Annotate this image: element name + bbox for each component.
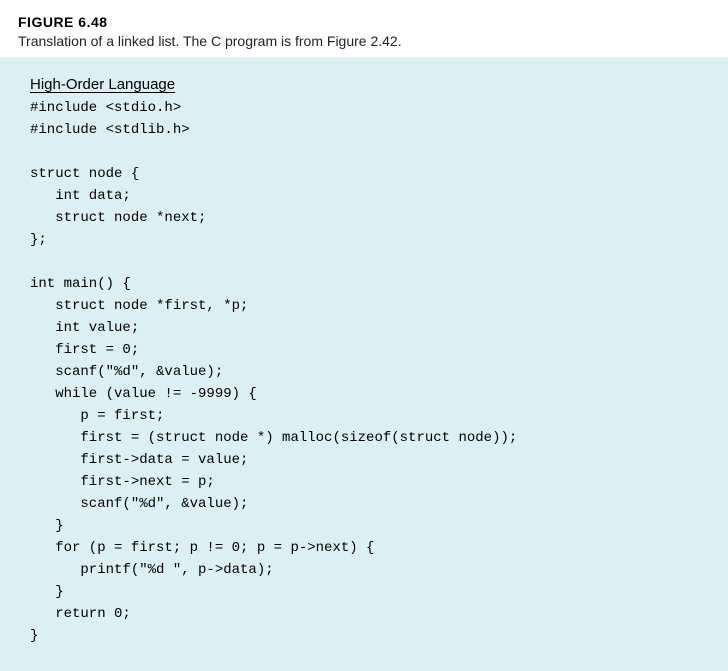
section-title: High-Order Language — [30, 76, 704, 93]
figure-number: FIGURE 6.48 — [18, 14, 710, 30]
figure-header: FIGURE 6.48 Translation of a linked list… — [0, 0, 728, 58]
code-block: #include <stdio.h> #include <stdlib.h> s… — [30, 97, 704, 647]
figure-caption: Translation of a linked list. The C prog… — [18, 33, 710, 49]
code-panel: High-Order Language #include <stdio.h> #… — [0, 58, 728, 671]
